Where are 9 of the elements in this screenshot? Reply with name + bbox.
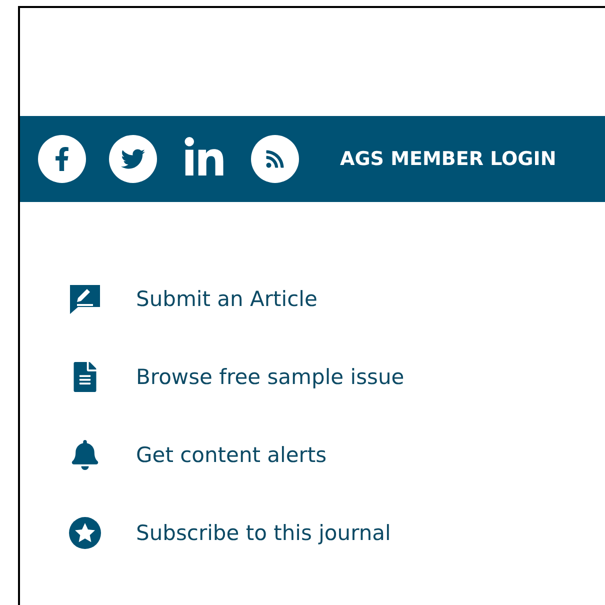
facebook-icon[interactable] [38,135,86,183]
sidebar-link[interactable]: Submit an Article [136,287,318,311]
pen-comment-icon [68,282,102,316]
rss-icon[interactable] [251,135,299,183]
twitter-icon[interactable] [109,135,157,183]
sidebar-link[interactable]: Subscribe to this journal [136,521,391,545]
sidebar-link[interactable]: Get content alerts [136,443,327,467]
sidebar-link[interactable]: Browse free sample issue [136,365,404,389]
member-login-link[interactable]: AGS MEMBER LOGIN [340,148,556,170]
